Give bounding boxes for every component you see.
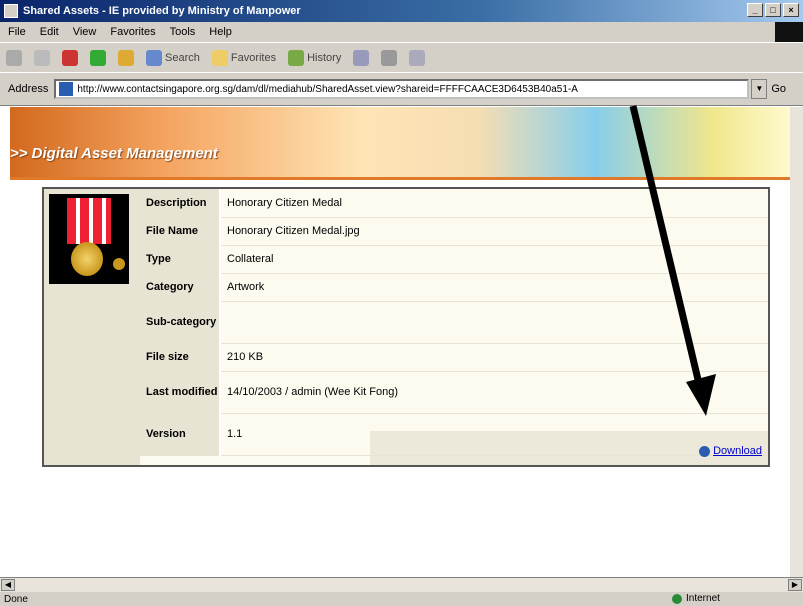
internet-globe-icon xyxy=(672,593,682,604)
zone-label: Internet xyxy=(686,593,720,604)
status-text: Done xyxy=(4,593,28,605)
scroll-right-button[interactable]: ▶ xyxy=(788,579,802,591)
scroll-left-button[interactable]: ◀ xyxy=(1,579,15,591)
annotation-arrow-head xyxy=(686,374,716,416)
horizontal-scrollbar[interactable]: ◀ ▶ xyxy=(0,577,803,592)
status-bar: Done Internet xyxy=(0,592,803,606)
annotation-arrow-shaft xyxy=(629,105,704,389)
vertical-scrollbar[interactable] xyxy=(790,107,803,577)
annotation-overlay xyxy=(629,105,716,416)
security-zone: Internet xyxy=(672,593,720,604)
